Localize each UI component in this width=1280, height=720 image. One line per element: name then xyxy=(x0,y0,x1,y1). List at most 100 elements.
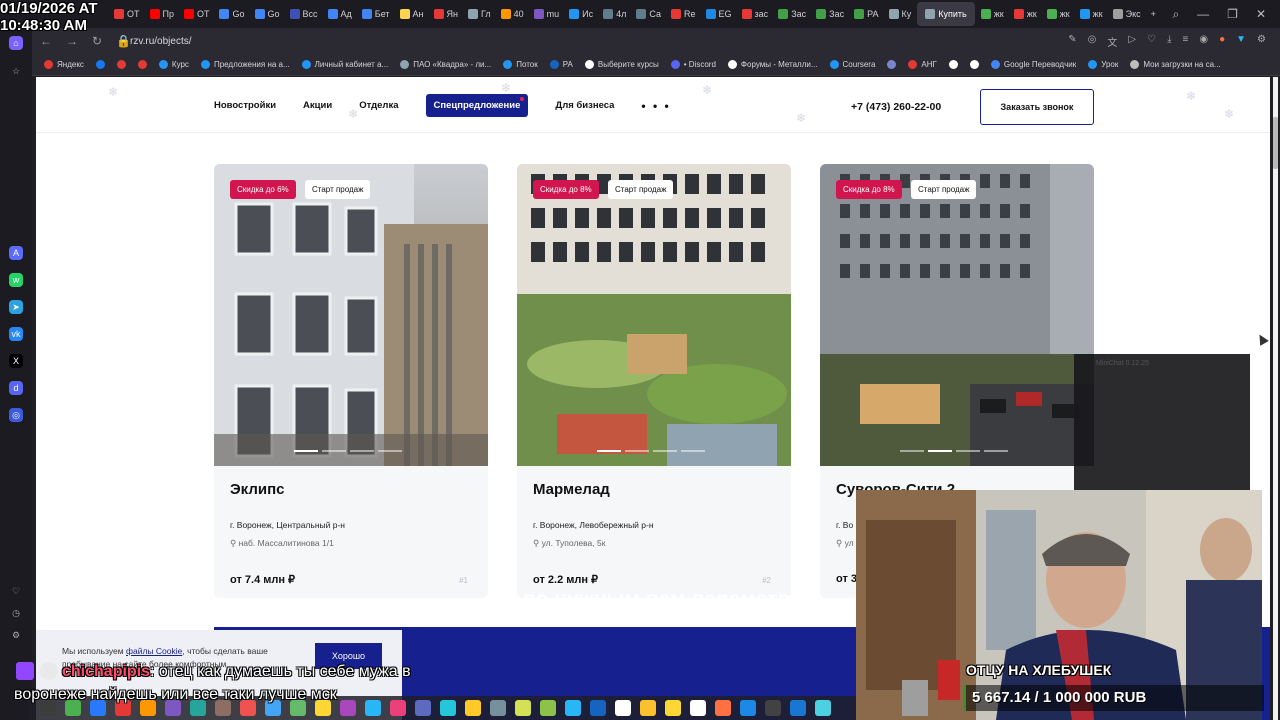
browser-tab[interactable]: Пр xyxy=(146,2,178,26)
taskbar-app-icon[interactable] xyxy=(590,700,606,716)
browser-tab[interactable]: Ку xyxy=(885,2,916,26)
translate-icon[interactable]: 文 xyxy=(1107,34,1117,49)
project-title[interactable]: Эклипс xyxy=(230,481,285,498)
ai-icon[interactable]: A xyxy=(9,246,23,260)
nav-promotions[interactable]: Акции xyxy=(303,100,332,111)
close-icon[interactable]: ✕ xyxy=(1256,7,1266,21)
bookmark-item[interactable]: Курс xyxy=(158,60,189,69)
browser-tab[interactable]: зас xyxy=(738,2,773,26)
browser-tab[interactable]: Ад xyxy=(324,2,356,26)
browser-tab[interactable]: Экс xyxy=(1109,2,1145,26)
taskbar-app-icon[interactable] xyxy=(740,700,756,716)
browser-tab[interactable]: Ян xyxy=(430,2,462,26)
phone-number[interactable]: +7 (473) 260-22-00 xyxy=(851,101,941,113)
browser-tab[interactable]: Ан xyxy=(396,2,428,26)
taskbar-app-icon[interactable] xyxy=(565,700,581,716)
bookmark-item[interactable]: Личный кабинет а... xyxy=(301,60,388,69)
screenshot-icon[interactable]: ◎ xyxy=(1088,34,1097,49)
taskbar-app-icon[interactable] xyxy=(540,700,556,716)
carousel-dots[interactable] xyxy=(900,450,1008,452)
search-tabs-icon[interactable]: ⌕ xyxy=(1172,7,1179,22)
browser-tab[interactable]: mu xyxy=(530,2,564,26)
cookie-link[interactable]: файлы Cookie xyxy=(126,646,182,656)
x-icon[interactable]: X xyxy=(9,354,23,368)
carousel-dots[interactable] xyxy=(597,450,705,452)
browser-tab[interactable]: жк xyxy=(1010,2,1041,26)
bookmark-item[interactable]: АНГ xyxy=(908,60,937,69)
taskbar-app-icon[interactable] xyxy=(440,700,456,716)
forward-icon[interactable]: → xyxy=(66,34,78,48)
bookmark-item[interactable] xyxy=(116,60,126,69)
edit-icon[interactable]: ✎ xyxy=(1068,34,1076,49)
telegram-icon[interactable]: ➤ xyxy=(9,300,23,314)
page-scrollbar[interactable] xyxy=(1273,77,1278,720)
bookmark-item[interactable] xyxy=(137,60,147,69)
maximize-icon[interactable]: ❐ xyxy=(1227,7,1238,21)
nav-more[interactable]: • • • xyxy=(641,99,670,113)
back-icon[interactable]: ← xyxy=(40,34,52,48)
bookmark-item[interactable] xyxy=(969,60,979,69)
project-card[interactable]: Скидка до 8% Старт продаж Мармелад г. Во… xyxy=(517,164,791,598)
browser-tab[interactable]: 40 xyxy=(497,2,528,26)
taskbar-app-icon[interactable] xyxy=(690,700,706,716)
bookmark-item[interactable]: ПАО «Квадра» - ли... xyxy=(400,60,491,69)
bookmark-item[interactable]: РА xyxy=(549,60,573,69)
bookmark-item[interactable]: Мои загрузки на са... xyxy=(1130,60,1221,69)
bookmark-item[interactable]: Google Переводчик xyxy=(990,60,1076,69)
nav-special-offer[interactable]: Спецпредложение xyxy=(425,94,529,117)
heart-icon[interactable]: ♡ xyxy=(1147,34,1156,49)
menu-icon[interactable]: ≡ xyxy=(1183,34,1189,49)
browser-tab[interactable]: EG xyxy=(702,2,736,26)
browser-tab[interactable]: Re xyxy=(667,2,700,26)
browser-tab[interactable]: жк xyxy=(977,2,1008,26)
discord-icon[interactable]: d xyxy=(9,381,23,395)
heart-icon[interactable]: ♡ xyxy=(9,584,23,598)
browser-tab[interactable]: OT xyxy=(110,2,144,26)
star-icon[interactable]: ☆ xyxy=(9,64,23,78)
whatsapp-icon[interactable]: w xyxy=(9,273,23,287)
taskbar-app-icon[interactable] xyxy=(640,700,656,716)
bookmark-item[interactable]: Выберите курсы xyxy=(584,60,659,69)
browser-tab[interactable]: жк xyxy=(1043,2,1074,26)
extension-icon[interactable]: ● xyxy=(1219,34,1225,49)
browser-tab[interactable]: Go xyxy=(215,2,248,26)
browser-tab[interactable]: Go xyxy=(251,2,284,26)
bookmark-item[interactable]: Форумы - Металли... xyxy=(727,60,818,69)
browser-tab[interactable]: Гл xyxy=(464,2,495,26)
browser-tab[interactable]: 4л xyxy=(599,2,630,26)
minimize-icon[interactable]: — xyxy=(1197,7,1209,21)
history-icon[interactable]: ◷ xyxy=(9,606,23,620)
taskbar-app-icon[interactable] xyxy=(515,700,531,716)
browser-tab[interactable]: Зас xyxy=(774,2,810,26)
browser-tab[interactable]: Зас xyxy=(812,2,848,26)
project-card[interactable]: Скидка до 6% Старт продаж Эклипс г. Воро… xyxy=(214,164,488,598)
bookmark-item[interactable]: Яндекс xyxy=(44,60,84,69)
bookmark-item[interactable] xyxy=(887,60,897,69)
taskbar-app-icon[interactable] xyxy=(790,700,806,716)
bookmark-item[interactable]: Предложения на а... xyxy=(200,60,290,69)
url-field[interactable]: rzv.ru/objects/ xyxy=(130,36,192,47)
taskbar-app-icon[interactable] xyxy=(615,700,631,716)
taskbar-app-icon[interactable] xyxy=(490,700,506,716)
bookmark-item[interactable]: Урок xyxy=(1088,60,1118,69)
nav-new-buildings[interactable]: Новостройки xyxy=(214,100,276,111)
bookmark-item[interactable] xyxy=(948,60,958,69)
app-icon[interactable]: ◎ xyxy=(9,408,23,422)
browser-tab[interactable]: Купить xyxy=(917,2,975,26)
vk-icon[interactable]: vk xyxy=(9,327,23,341)
browser-tab[interactable]: Всс xyxy=(286,2,322,26)
browser-tab[interactable]: Са xyxy=(632,2,665,26)
bookmark-item[interactable]: Поток xyxy=(503,60,538,69)
browser-tab[interactable]: Бет xyxy=(358,2,394,26)
minichat-window[interactable]: MiniChat 0.12.25 xyxy=(1074,354,1250,490)
bookmark-item[interactable] xyxy=(95,60,105,69)
settings-icon[interactable]: ⚙ xyxy=(1257,34,1266,49)
reload-icon[interactable]: ↻ xyxy=(92,34,102,48)
vpn-icon[interactable]: ▼ xyxy=(1236,34,1246,49)
order-call-button[interactable]: Заказать звонок xyxy=(980,89,1094,125)
taskbar-app-icon[interactable] xyxy=(765,700,781,716)
browser-tab[interactable]: OT xyxy=(180,2,214,26)
profile-icon[interactable]: ◉ xyxy=(1199,34,1208,49)
taskbar-app-icon[interactable] xyxy=(815,700,831,716)
nav-business[interactable]: Для бизнеса xyxy=(555,100,614,111)
